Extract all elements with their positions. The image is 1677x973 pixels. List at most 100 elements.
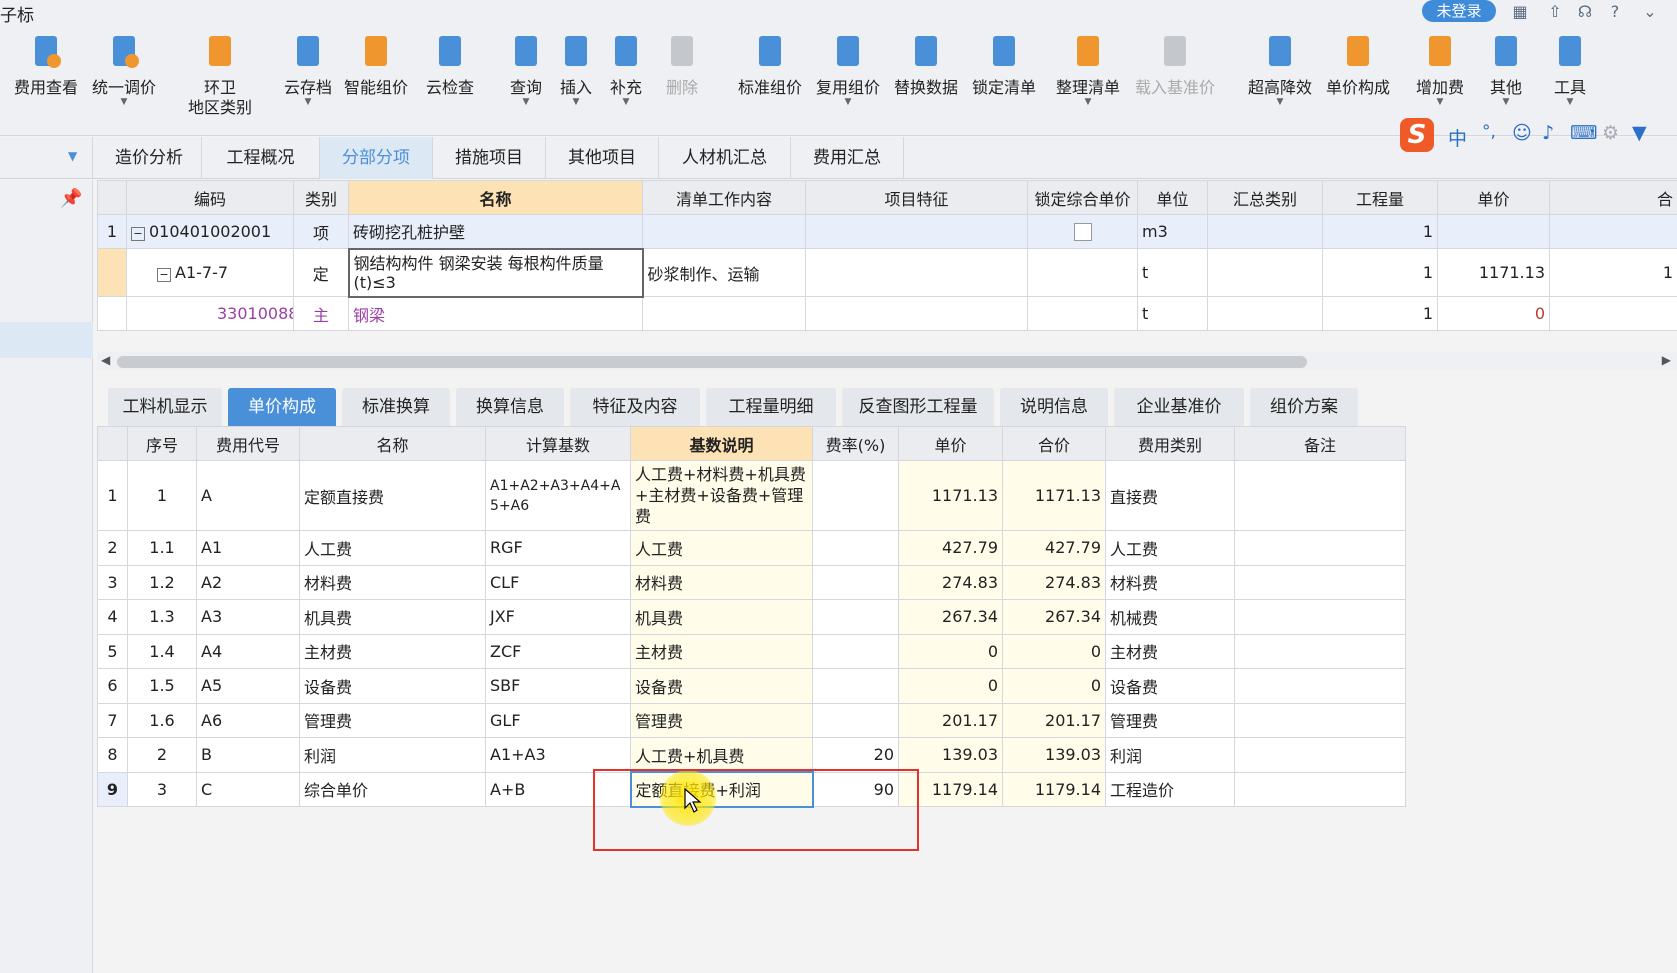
tab-standard-conversion[interactable]: 标准换算 xyxy=(342,388,450,426)
organize-list-button[interactable]: 整理清单 ▼ xyxy=(1052,34,1124,107)
grid-icon[interactable]: ▦ xyxy=(1510,2,1530,21)
col-remark[interactable]: 备注 xyxy=(1234,426,1406,461)
scroll-right-icon[interactable]: ▶ xyxy=(1662,353,1671,367)
table-row[interactable]: 2 1.1 A1 人工费 RGF 人工费 427.79 427.79 人工费 xyxy=(97,530,1406,566)
col-summary-category[interactable]: 汇总类别 xyxy=(1207,180,1323,215)
tab-conversion-info[interactable]: 换算信息 xyxy=(456,388,564,426)
smart-price-button[interactable]: 智能组价 xyxy=(340,34,412,98)
tab-enterprise-base-price[interactable]: 企业基准价 xyxy=(1114,388,1244,426)
table-row[interactable]: 6 1.5 A5 设备费 SBF 设备费 0 0 设备费 xyxy=(97,668,1406,704)
tab-fee-summary[interactable]: 费用汇总 xyxy=(791,137,904,179)
tab-feature-content[interactable]: 特征及内容 xyxy=(570,388,700,426)
collapse-icon[interactable]: − xyxy=(131,227,145,241)
reuse-price-button[interactable]: 复用组价 ▼ xyxy=(812,34,884,107)
table-row[interactable]: 8 2 B 利润 A1+A3 人工费+机具费 20 139.03 139.03 … xyxy=(97,737,1406,773)
col-code[interactable]: 编码 xyxy=(126,180,294,215)
tab-pricing-scheme[interactable]: 组价方案 xyxy=(1250,388,1358,426)
tab-description[interactable]: 说明信息 xyxy=(1000,388,1108,426)
col-unit[interactable]: 单位 xyxy=(1137,180,1208,215)
keyboard-icon[interactable]: ⌨ xyxy=(1570,122,1597,144)
left-panel-selected-item[interactable] xyxy=(0,322,93,358)
tab-labor-material-summary[interactable]: 人材机汇总 xyxy=(659,137,791,179)
upload-icon[interactable]: ⇧ xyxy=(1545,2,1565,21)
col-price[interactable]: 单价 xyxy=(898,426,1003,461)
punctuation-icon[interactable]: °, xyxy=(1482,122,1496,142)
col-feature[interactable]: 项目特征 xyxy=(805,180,1028,215)
col-amount[interactable]: 合价 xyxy=(1002,426,1106,461)
table-row[interactable]: 1 −010401002001 项 砖砌挖孔桩护壁 m3 1 xyxy=(97,214,1677,249)
cloud-upload-icon xyxy=(297,36,319,66)
table-row[interactable]: 7 1.6 A6 管理费 GLF 管理费 201.17 201.17 管理费 xyxy=(97,702,1406,738)
tab-cost-analysis[interactable]: 造价分析 xyxy=(97,137,202,179)
col-fee-name[interactable]: 名称 xyxy=(299,426,486,461)
supplement-button[interactable]: 补充 ▼ xyxy=(604,34,648,107)
scroll-left-icon[interactable]: ◀ xyxy=(101,353,110,367)
tab-sub-items[interactable]: 分部分项 xyxy=(320,137,433,179)
other-button[interactable]: 其他 ▼ xyxy=(1484,34,1528,107)
unit-price-composition-button[interactable]: 单价构成 xyxy=(1322,34,1394,98)
highlight-annotation-box xyxy=(593,769,919,851)
table-row[interactable]: 33010088 主 钢梁 t 1 0 xyxy=(97,296,1677,331)
table-row[interactable]: − A1-7-7 定 钢结构构件 钢梁安装 每根构件质量(t)≤3 砂浆制作、运输… xyxy=(97,247,1677,298)
col-work-content[interactable]: 清单工作内容 xyxy=(642,180,806,215)
scrollbar-thumb[interactable] xyxy=(117,356,1307,368)
price-grid-header: 序号 费用代号 名称 计算基数 基数说明 费率(%) 单价 合价 费用类别 备注 xyxy=(97,426,1406,461)
skin-icon[interactable]: ▼ xyxy=(1632,122,1647,144)
headset-icon[interactable]: ☊ xyxy=(1575,2,1595,21)
col-quantity[interactable]: 工程量 xyxy=(1322,180,1438,215)
tab-quantity-detail[interactable]: 工程量明细 xyxy=(706,388,836,426)
table-row[interactable]: 3 1.2 A2 材料费 CLF 材料费 274.83 274.83 材料费 xyxy=(97,564,1406,600)
add-fee-button[interactable]: 增加费 ▼ xyxy=(1408,34,1472,107)
tab-reverse-graphic-quantity[interactable]: 反查图形工程量 xyxy=(842,388,994,426)
ime-logo[interactable]: S xyxy=(1400,118,1434,152)
pin-icon[interactable]: 📌 xyxy=(60,188,82,209)
minimize-icon[interactable]: ⌄ xyxy=(1640,2,1660,21)
lock-price-checkbox[interactable] xyxy=(1073,223,1092,242)
insert-button[interactable]: 插入 ▼ xyxy=(554,34,598,107)
fee-view-button[interactable]: 费用查看 xyxy=(10,34,82,98)
table-row[interactable]: 4 1.3 A3 机具费 JXF 机具费 267.34 267.34 机械费 xyxy=(97,599,1406,635)
col-name[interactable]: 名称 xyxy=(348,180,643,215)
dropdown-icon[interactable]: ▼ xyxy=(68,149,77,163)
col-rate[interactable]: 费率(%) xyxy=(812,426,899,461)
cloud-save-button[interactable]: 云存档 ▼ xyxy=(276,34,340,107)
help-icon[interactable]: ? xyxy=(1605,2,1625,21)
ime-mode[interactable]: 中 xyxy=(1448,124,1467,151)
col-type[interactable]: 类别 xyxy=(293,180,349,215)
login-badge[interactable]: 未登录 xyxy=(1422,0,1496,22)
region-category-button[interactable]: 环卫 地区类别 xyxy=(180,34,260,118)
standard-price-button[interactable]: 标准组价 xyxy=(734,34,806,98)
horizontal-scrollbar[interactable]: ◀ ▶ xyxy=(97,352,1677,370)
lock-list-button[interactable]: 锁定清单 xyxy=(968,34,1040,98)
microphone-icon[interactable]: ♪ xyxy=(1542,122,1554,144)
col-fee-category[interactable]: 费用类别 xyxy=(1105,426,1235,461)
table-row[interactable]: 5 1.4 A4 主材费 ZCF 主材费 0 0 主材费 xyxy=(97,633,1406,669)
cloud-check-button[interactable]: 云检查 xyxy=(418,34,482,98)
col-calc-base[interactable]: 计算基数 xyxy=(485,426,631,461)
tab-project-overview[interactable]: 工程概况 xyxy=(202,137,320,179)
collapse-icon[interactable]: − xyxy=(157,268,171,282)
organize-list-icon xyxy=(1077,36,1099,66)
tab-measures[interactable]: 措施项目 xyxy=(433,137,546,179)
delete-button[interactable]: 删除 xyxy=(660,34,704,98)
col-base-desc[interactable]: 基数说明 xyxy=(630,426,813,461)
toolbox-icon[interactable]: ⚙ xyxy=(1602,122,1619,144)
emoji-icon[interactable]: ☺ xyxy=(1512,122,1532,144)
replace-data-icon xyxy=(915,36,937,66)
price-composition-grid: 序号 费用代号 名称 计算基数 基数说明 费率(%) 单价 合价 费用类别 备注… xyxy=(97,426,1406,808)
tab-labor-material[interactable]: 工料机显示 xyxy=(108,388,222,426)
col-seq[interactable]: 序号 xyxy=(127,426,197,461)
table-row[interactable]: 1 1 A 定额直接费 A1+A2+A3+A4+A5+A6 人工费+材料费+机具… xyxy=(97,460,1406,531)
replace-data-button[interactable]: 替换数据 xyxy=(890,34,962,98)
tab-other-items[interactable]: 其他项目 xyxy=(546,137,659,179)
col-fee-code[interactable]: 费用代号 xyxy=(196,426,300,461)
col-unit-price[interactable]: 单价 xyxy=(1437,180,1550,215)
col-total[interactable]: 合 xyxy=(1549,180,1677,215)
super-height-button[interactable]: 超高降效 ▼ xyxy=(1244,34,1316,107)
tools-button[interactable]: 工具 ▼ xyxy=(1548,34,1592,107)
query-button[interactable]: 查询 ▼ xyxy=(504,34,548,107)
load-base-price-button[interactable]: 载入基准价 xyxy=(1130,34,1220,98)
tab-unit-price-composition[interactable]: 单价构成 xyxy=(228,388,336,426)
unified-adjust-button[interactable]: 统一调价 ▼ xyxy=(88,34,160,107)
col-lock-price[interactable]: 锁定综合单价 xyxy=(1027,180,1138,215)
